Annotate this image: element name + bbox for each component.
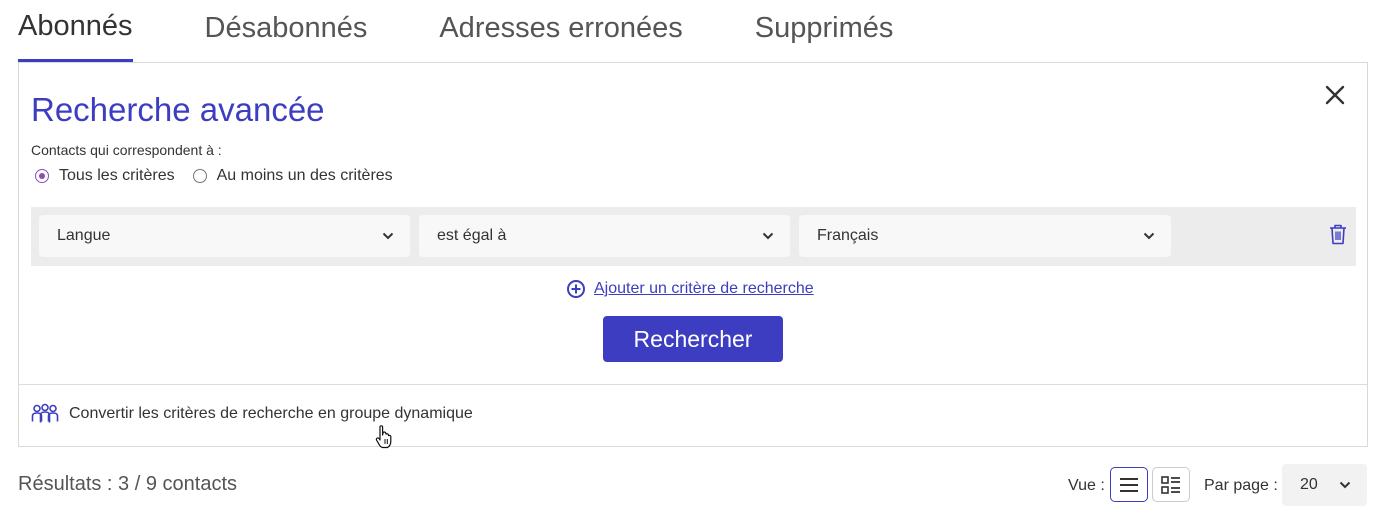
trash-icon[interactable] [1328, 223, 1348, 245]
radio-all-criteria[interactable]: Tous les critères [35, 167, 175, 185]
add-criterion-label: Ajouter un critère de recherche [594, 280, 814, 297]
field-select[interactable]: Langue [39, 215, 410, 257]
add-criterion-link[interactable]: Ajouter un critère de recherche [566, 279, 814, 299]
tab-desabonnes[interactable]: Désabonnés [205, 0, 368, 62]
convert-label: Convertir les critères de recherche en g… [69, 405, 473, 422]
match-radio-group: Tous les critères Au moins un des critèr… [35, 167, 411, 185]
match-label: Contacts qui correspondent à : [31, 142, 222, 158]
criteria-row: Langue est égal à Français [31, 207, 1356, 266]
tab-bar: Abonnés Désabonnés Adresses erronées Sup… [18, 0, 965, 62]
group-icon [31, 403, 59, 423]
advanced-search-panel: Recherche avancée Contacts qui correspon… [18, 62, 1368, 449]
grid-view-icon [1161, 475, 1180, 494]
chevron-down-icon [1339, 481, 1351, 489]
list-view-button[interactable] [1110, 467, 1148, 502]
radio-any-criteria[interactable]: Au moins un des critères [192, 167, 393, 185]
chevron-down-icon [1143, 232, 1155, 240]
view-label: Vue : [1068, 477, 1105, 494]
field-select-value: Langue [57, 227, 111, 244]
convert-to-dynamic-group[interactable]: Convertir les critères de recherche en g… [31, 403, 473, 425]
radio-all-label: Tous les critères [59, 167, 175, 184]
plus-circle-icon [567, 280, 585, 298]
grid-view-button[interactable] [1152, 467, 1190, 502]
chevron-down-icon [382, 232, 394, 240]
radio-dot [35, 169, 49, 183]
list-view-icon [1120, 477, 1138, 492]
per-page-label: Par page : [1204, 477, 1278, 494]
operator-select[interactable]: est égal à [419, 215, 790, 257]
tab-adresses-erronees[interactable]: Adresses erronées [439, 0, 682, 62]
panel-title: Recherche avancée [31, 91, 325, 128]
per-page-value: 20 [1300, 476, 1318, 493]
operator-select-value: est égal à [437, 227, 507, 244]
search-button[interactable]: Rechercher [603, 316, 783, 362]
pointer-cursor-icon [375, 425, 392, 449]
radio-any-label: Au moins un des critères [216, 167, 393, 184]
radio-dot [192, 169, 207, 183]
tab-supprimes[interactable]: Supprimés [755, 0, 894, 62]
value-select-value: Français [817, 227, 879, 244]
chevron-down-icon [762, 232, 774, 240]
results-count: Résultats : 3 / 9 contacts [18, 473, 237, 495]
value-select[interactable]: Français [799, 215, 1171, 257]
close-icon[interactable] [1323, 83, 1347, 107]
per-page-select[interactable]: 20 [1282, 464, 1367, 506]
tab-abonnes[interactable]: Abonnés [18, 0, 133, 62]
divider [19, 384, 1367, 385]
